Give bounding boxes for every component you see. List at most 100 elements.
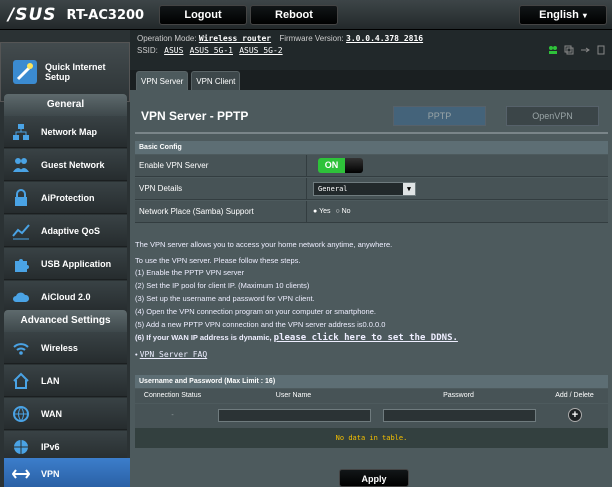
- ssid-link[interactable]: ASUS: [164, 46, 183, 55]
- pptp-option[interactable]: PPTP: [393, 106, 486, 126]
- col-add-delete: Add / Delete: [555, 392, 594, 399]
- ssid-link[interactable]: ASUS_5G-2: [239, 46, 282, 55]
- language-label: English: [539, 9, 579, 21]
- step-item: (3) Set up the username and password for…: [135, 294, 315, 303]
- enable-vpn-row: Enable VPN Server ON: [135, 155, 608, 177]
- ddns-link[interactable]: please click here to set the DDNS.: [274, 333, 458, 343]
- username-input[interactable]: [218, 409, 371, 422]
- users-input-row: - +: [135, 404, 608, 428]
- brand-logo: /SUS: [8, 5, 57, 25]
- samba-label: Network Place (Samba) Support: [139, 201, 307, 223]
- step-item: (4) Open the VPN connection program on y…: [135, 307, 376, 316]
- sidebar-item-label: VPN: [41, 468, 60, 479]
- sidebar-item-label: IPv6: [41, 441, 60, 452]
- usb-icon[interactable]: [580, 42, 590, 53]
- col-password: Password: [443, 392, 474, 399]
- ssid-link[interactable]: ASUS_5G-1: [190, 46, 233, 55]
- vpn-details-value: General: [318, 185, 348, 193]
- sidebar-item-aicloud[interactable]: AiCloud 2.0: [4, 281, 127, 313]
- advanced-settings-title: Advanced Settings: [4, 310, 127, 332]
- password-input[interactable]: [383, 409, 536, 422]
- enable-vpn-label: Enable VPN Server: [139, 155, 307, 177]
- sidebar-item-wireless[interactable]: Wireless: [4, 332, 127, 364]
- sidebar: Quick Internet Setup General Network Map…: [0, 30, 139, 487]
- radio-no-icon[interactable]: ○: [335, 208, 339, 215]
- language-select[interactable]: English ▾: [519, 5, 607, 25]
- sidebar-item-lan[interactable]: LAN: [4, 365, 127, 397]
- puzzle-icon: [11, 254, 31, 274]
- tab-vpn-server[interactable]: VPN Server: [136, 71, 189, 90]
- qos-icon: [11, 221, 31, 241]
- col-connection-status: Connection Status: [143, 392, 202, 399]
- radio-yes-icon[interactable]: ●: [313, 208, 317, 215]
- printer-icon[interactable]: [596, 42, 606, 55]
- toggle-knob: [345, 158, 363, 173]
- ssid-line: SSID: ASUS ASUS_5G-1 ASUS_5G-2: [137, 46, 283, 55]
- step-item: (2) Set the IP pool for client IP. (Maxi…: [135, 281, 310, 290]
- apply-button[interactable]: Apply: [339, 469, 409, 487]
- general-title: General: [4, 94, 127, 116]
- steps-intro: To use the VPN server. Please follow the…: [135, 256, 301, 265]
- add-icon[interactable]: +: [568, 408, 582, 422]
- vpn-faq-link[interactable]: VPN Server FAQ: [140, 350, 207, 359]
- vpn-icon: [11, 464, 31, 484]
- top-bar: /SUS RT-AC3200 Logout Reboot English ▾: [0, 0, 612, 30]
- sidebar-item-usb-application[interactable]: USB Application: [4, 248, 127, 280]
- sidebar-item-adaptive-qos[interactable]: Adaptive QoS: [4, 215, 127, 247]
- vpn-details-select[interactable]: General ▼: [313, 182, 416, 196]
- reboot-button[interactable]: Reboot: [250, 5, 338, 25]
- no-data-message: No data in table.: [135, 428, 608, 448]
- users-icon[interactable]: [548, 42, 558, 54]
- vpn-intro-text: The VPN server allows you to access your…: [135, 240, 393, 249]
- ddns-prefix: (6) If your WAN IP address is dynamic,: [135, 333, 272, 342]
- sidebar-item-vpn[interactable]: VPN: [4, 458, 139, 487]
- sidebar-item-aiprotection[interactable]: AiProtection: [4, 182, 127, 214]
- title-divider: [135, 132, 608, 134]
- quick-internet-setup[interactable]: Quick Internet Setup: [0, 42, 130, 102]
- page-title: VPN Server - PPTP: [141, 109, 249, 123]
- main-panel: VPN Server - PPTP PPTP OpenVPN Basic Con…: [130, 90, 612, 487]
- samba-radio-group: ● Yes ○ No: [313, 201, 351, 223]
- quick-setup-label: Quick Internet Setup: [45, 62, 106, 82]
- vpn-details-row: VPN Details General ▼: [135, 178, 608, 200]
- operation-mode-line: Operation Mode: Wireless router Firmware…: [137, 34, 423, 43]
- samba-yes-label: Yes: [319, 208, 331, 215]
- sidebar-item-label: LAN: [41, 375, 60, 386]
- copy-icon[interactable]: [564, 42, 574, 55]
- samba-no-label: No: [341, 208, 351, 215]
- vpn-tabs: VPN Server VPN Client: [136, 71, 241, 90]
- sidebar-item-label: Wireless: [41, 342, 78, 353]
- firmware-label: Firmware Version:: [279, 34, 344, 43]
- operation-mode-link[interactable]: Wireless router: [199, 34, 271, 43]
- logout-button[interactable]: Logout: [159, 5, 247, 25]
- sidebar-item-network-map[interactable]: Network Map: [4, 116, 127, 148]
- asus-logo: /SUS RT-AC3200: [8, 5, 144, 25]
- guest-network-icon: [11, 155, 31, 175]
- globe-icon: [11, 404, 31, 424]
- basic-config-header: Basic Config: [135, 141, 608, 154]
- openvpn-option[interactable]: OpenVPN: [506, 106, 599, 126]
- sidebar-item-label: USB Application: [41, 258, 112, 269]
- wand-icon: [13, 60, 37, 84]
- firmware-link[interactable]: 3.0.0.4.378_2816: [346, 34, 423, 43]
- samba-row: Network Place (Samba) Support ● Yes ○ No: [135, 201, 608, 223]
- vpn-details-label: VPN Details: [139, 178, 307, 200]
- wifi-icon: [11, 338, 31, 358]
- enable-vpn-toggle[interactable]: ON: [318, 158, 363, 173]
- step-item: (5) Add a new PPTP VPN connection and th…: [135, 320, 386, 329]
- info-bar: Operation Mode: Wireless router Firmware…: [130, 30, 612, 70]
- lock-icon: [11, 188, 31, 208]
- cloud-icon: [11, 287, 31, 307]
- tab-vpn-client[interactable]: VPN Client: [191, 71, 241, 90]
- users-table-header: Username and Password (Max Limit : 16): [135, 375, 608, 388]
- sidebar-item-guest-network[interactable]: Guest Network: [4, 149, 127, 181]
- network-map-icon: [11, 122, 31, 142]
- step-item: (1) Enable the PPTP VPN server: [135, 268, 245, 277]
- sidebar-item-label: AiCloud 2.0: [41, 291, 91, 302]
- step-ddns: (6) If your WAN IP address is dynamic, p…: [135, 333, 458, 343]
- status-placeholder: -: [171, 412, 174, 419]
- sidebar-item-wan[interactable]: WAN: [4, 398, 127, 430]
- faq-line: • VPN Server FAQ: [135, 350, 207, 359]
- sidebar-item-label: Guest Network: [41, 159, 105, 170]
- ipv6-globe-icon: [11, 437, 31, 457]
